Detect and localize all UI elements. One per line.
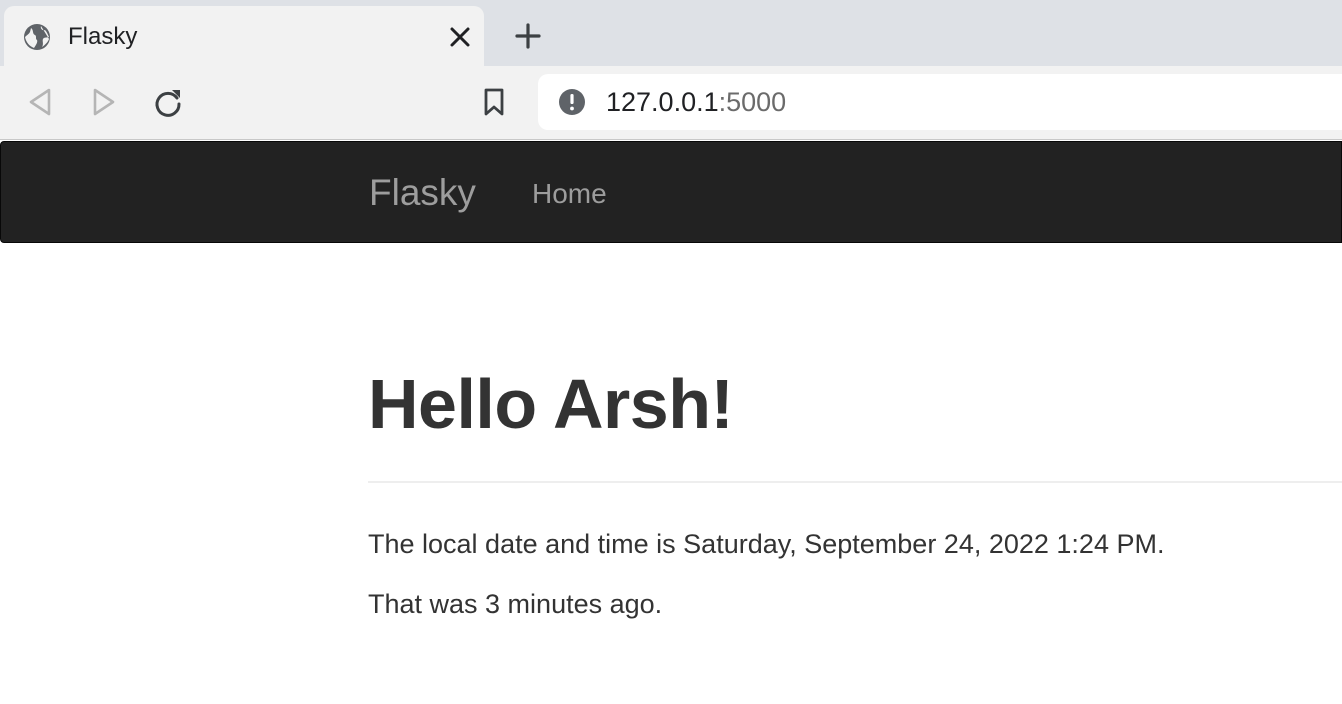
address-bar[interactable]: 127.0.0.1:5000 xyxy=(538,74,1342,130)
globe-icon xyxy=(24,24,50,50)
page-header: Hello Arsh! xyxy=(368,362,1342,483)
url-host: 127.0.0.1 xyxy=(606,87,719,117)
local-datetime-text: The local date and time is Saturday, Sep… xyxy=(368,529,1165,559)
nav-link-home[interactable]: Home xyxy=(532,178,607,210)
info-icon[interactable] xyxy=(558,88,586,116)
browser-tab-strip: Flasky xyxy=(0,0,1342,66)
browser-toolbar: 127.0.0.1:5000 xyxy=(0,66,1342,140)
navbar-brand[interactable]: Flasky xyxy=(369,172,476,214)
back-arrow-icon[interactable] xyxy=(22,84,58,120)
reload-icon[interactable] xyxy=(150,84,186,120)
url-port: :5000 xyxy=(718,87,787,117)
new-tab-plus-icon[interactable] xyxy=(512,20,544,52)
page-title: Hello Arsh! xyxy=(368,365,734,443)
relative-time-text: That was 3 minutes ago. xyxy=(368,589,663,619)
bookmark-icon[interactable] xyxy=(476,84,512,120)
site-navbar: Flasky Home xyxy=(0,141,1342,243)
close-icon[interactable] xyxy=(446,23,474,51)
forward-arrow-icon[interactable] xyxy=(86,84,122,120)
tab-title: Flasky xyxy=(68,23,138,50)
url-text[interactable]: 127.0.0.1:5000 xyxy=(606,86,786,118)
browser-tab[interactable]: Flasky xyxy=(4,6,484,66)
